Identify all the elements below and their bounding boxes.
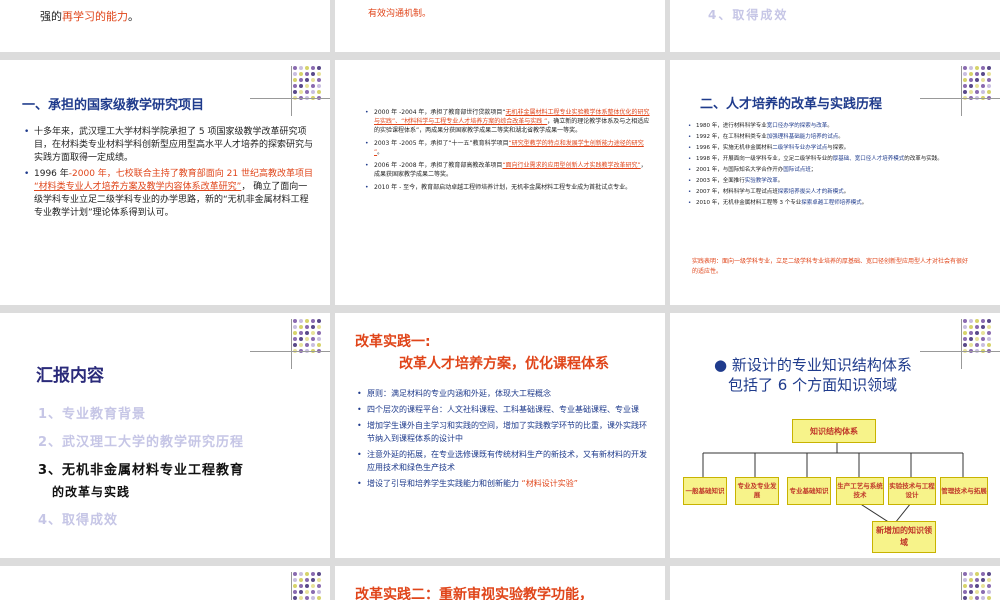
bullet-list: 2000 年 -2004 年，承担了教育部世行贷款项目“无机非金属材料工程专业实… xyxy=(365,108,650,196)
divider xyxy=(291,66,292,116)
bullet-list: 十多年来，武汉理工大学材料学院承担了 5 项国家级教学改革研究项目，在材料类专业… xyxy=(24,126,314,223)
bullet-item: 2007 年，材料科学与工程试点班探索培养拔尖人才的新模式。 xyxy=(688,188,983,196)
bullet-list: 1980 年，进行材料科学专业宽口径办学的探索与改革。 1992 年，在工科材料类… xyxy=(688,122,983,210)
menu-item-current[interactable]: 3、无机非金属材料专业工程教育 xyxy=(38,459,244,478)
bullet-item: 原则：满足材料的专业内涵和外延，体现大工程概念 xyxy=(357,387,647,400)
new-knowledge-box: 新增加的知识领域 xyxy=(872,521,936,553)
divider xyxy=(250,351,330,352)
knowledge-box: 管理技术与拓展 xyxy=(940,477,988,505)
slide-title: 一、承担的国家级教学研究项目 xyxy=(22,98,205,113)
divider xyxy=(250,98,330,99)
slide-subtitle: 改革人才培养方案，优化课程体系 xyxy=(399,356,609,372)
dot-pattern-icon xyxy=(293,66,327,106)
bullet-item: 2001 年，与国际知名大学合作开办国际试点班； xyxy=(688,166,983,174)
slide-top-right[interactable]: 4、取得成效 xyxy=(670,0,1000,52)
bullet-item: 1992 年，在工科材料类专业加强理科基础能力培养的试点。 xyxy=(688,133,983,141)
knowledge-box: 专业及专业发展 xyxy=(735,477,779,505)
bullet-item: 1996 年，实施无机非金属材料二级学科专业办学试点与探索。 xyxy=(688,144,983,152)
root-box: 知识结构体系 xyxy=(792,419,876,443)
bullet-list: 原则：满足材料的专业内涵和外延，体现大工程概念 四个层次的课程平台：人文社科课程… xyxy=(357,387,647,493)
slide-text: 强的再学习的能力。 xyxy=(40,10,139,23)
bullet-item: 1980 年，进行材料科学专业宽口径办学的探索与改革。 xyxy=(688,122,983,130)
menu-item-current-cont: 的改革与实践 xyxy=(52,485,131,499)
conclusion-text: 实践表明：面向一级学科专业，立足二级学科专业培养的厚基础、宽口径创新型应用型人才… xyxy=(692,258,969,275)
slide-bottom-right[interactable] xyxy=(670,566,1000,600)
bullet-item: 增设了引导和培养学生实践能力和创新能力 “材料设计实验” xyxy=(357,477,647,490)
menu-item[interactable]: 2、武汉理工大学的教学研究历程 xyxy=(38,431,244,450)
slide-knowledge-structure[interactable]: ● 新设计的专业知识结构体系 包括了 6 个方面知识领域 知识结构体系 一般基础… xyxy=(670,313,1000,558)
slide-reform-history[interactable]: 二、人才培养的改革与实践历程 1980 年，进行材料科学专业宽口径办学的探索与改… xyxy=(670,60,1000,305)
slide-title: 改革实践一: xyxy=(355,334,431,350)
slide-report-contents[interactable]: 汇报内容 1、专业教育背景 2、武汉理工大学的教学研究历程 3、无机非金属材料专… xyxy=(0,313,330,558)
menu-item[interactable]: 1、专业教育背景 xyxy=(38,403,146,422)
dot-pattern-icon xyxy=(293,572,327,600)
divider xyxy=(920,98,1000,99)
bullet-item: 2010 年 - 至今，教育部启动卓越工程师培养计划，无机非金属材料工程专业成为… xyxy=(365,183,650,192)
knowledge-box: 生产工艺与系统技术 xyxy=(836,477,884,505)
slide-title: 改革实践二：重新审视实验教学功能， xyxy=(355,587,593,600)
bullet-item: 1996 年-2000 年，七校联合主持了教育部面向 21 世纪高教改革项目 “… xyxy=(24,168,314,220)
knowledge-box: 实验技术与工程设计 xyxy=(888,477,936,505)
bullet-item: 注意外延的拓展，在专业选修课既有传统材料生产的新技术，又有新材料的开发应用技术和… xyxy=(357,448,647,474)
dot-pattern-icon xyxy=(963,66,997,106)
dot-pattern-icon xyxy=(963,572,997,600)
slide-project-history[interactable]: 2000 年 -2004 年，承担了教育部世行贷款项目“无机非金属材料工程专业实… xyxy=(335,60,665,305)
bullet-item: 1998 年，开展面向一级学科专业，立足二级学科专业的厚基础、宽口径人才培养模式… xyxy=(688,155,983,163)
slide-top-left[interactable]: 强的再学习的能力。 xyxy=(0,0,330,52)
slide-reform-practice-1[interactable]: 改革实践一: 改革人才培养方案，优化课程体系 原则：满足材料的专业内涵和外延，体… xyxy=(335,313,665,558)
knowledge-box: 一般基础知识 xyxy=(683,477,727,505)
divider xyxy=(291,572,292,600)
slide-top-middle[interactable]: 有效沟通机制。 xyxy=(335,0,665,52)
slide-title: 汇报内容 xyxy=(36,366,104,386)
bullet-item: 2010 年，无机非金属材料工程等 3 个专业探索卓越工程师培养模式。 xyxy=(688,199,983,207)
bullet-item: 十多年来，武汉理工大学材料学院承担了 5 项国家级教学改革研究项目，在材料类专业… xyxy=(24,126,314,165)
knowledge-box: 专业基础知识 xyxy=(787,477,831,505)
bullet-item: 2003 年，全面推行实验教学改革。 xyxy=(688,177,983,185)
bullet-item: 2003 年 -2005 年，承担了“十一五”教育科学项目“研究型教学的特点和发… xyxy=(365,139,650,157)
bullet-item: 2000 年 -2004 年，承担了教育部世行贷款项目“无机非金属材料工程专业实… xyxy=(365,108,650,135)
divider xyxy=(961,572,962,600)
divider xyxy=(291,319,292,369)
slide-text: 有效沟通机制。 xyxy=(368,9,432,19)
bullet-item: 四个层次的课程平台：人文社科课程、工科基础课程、专业基础课程、专业课 xyxy=(357,403,647,416)
divider xyxy=(961,66,962,116)
slide-research-projects[interactable]: 一、承担的国家级教学研究项目 十多年来，武汉理工大学材料学院承担了 5 项国家级… xyxy=(0,60,330,305)
dot-pattern-icon xyxy=(293,319,327,359)
slide-reform-practice-2[interactable]: 改革实践二：重新审视实验教学功能， xyxy=(335,566,665,600)
menu-item[interactable]: 4、取得成效 xyxy=(38,509,118,528)
slide-title: 二、人才培养的改革与实践历程 xyxy=(700,97,883,112)
bullet-item: 2006 年 -2008 年，承担了教育部高教改革项目“面向行业需求的应用型创新… xyxy=(365,161,650,179)
menu-item: 4、取得成效 xyxy=(708,8,789,22)
slide-bottom-left[interactable] xyxy=(0,566,330,600)
bullet-item: 增加学生课外自主学习和实践的空间，增加了实践教学环节的比重，课外实践环节纳入到课… xyxy=(357,419,647,445)
